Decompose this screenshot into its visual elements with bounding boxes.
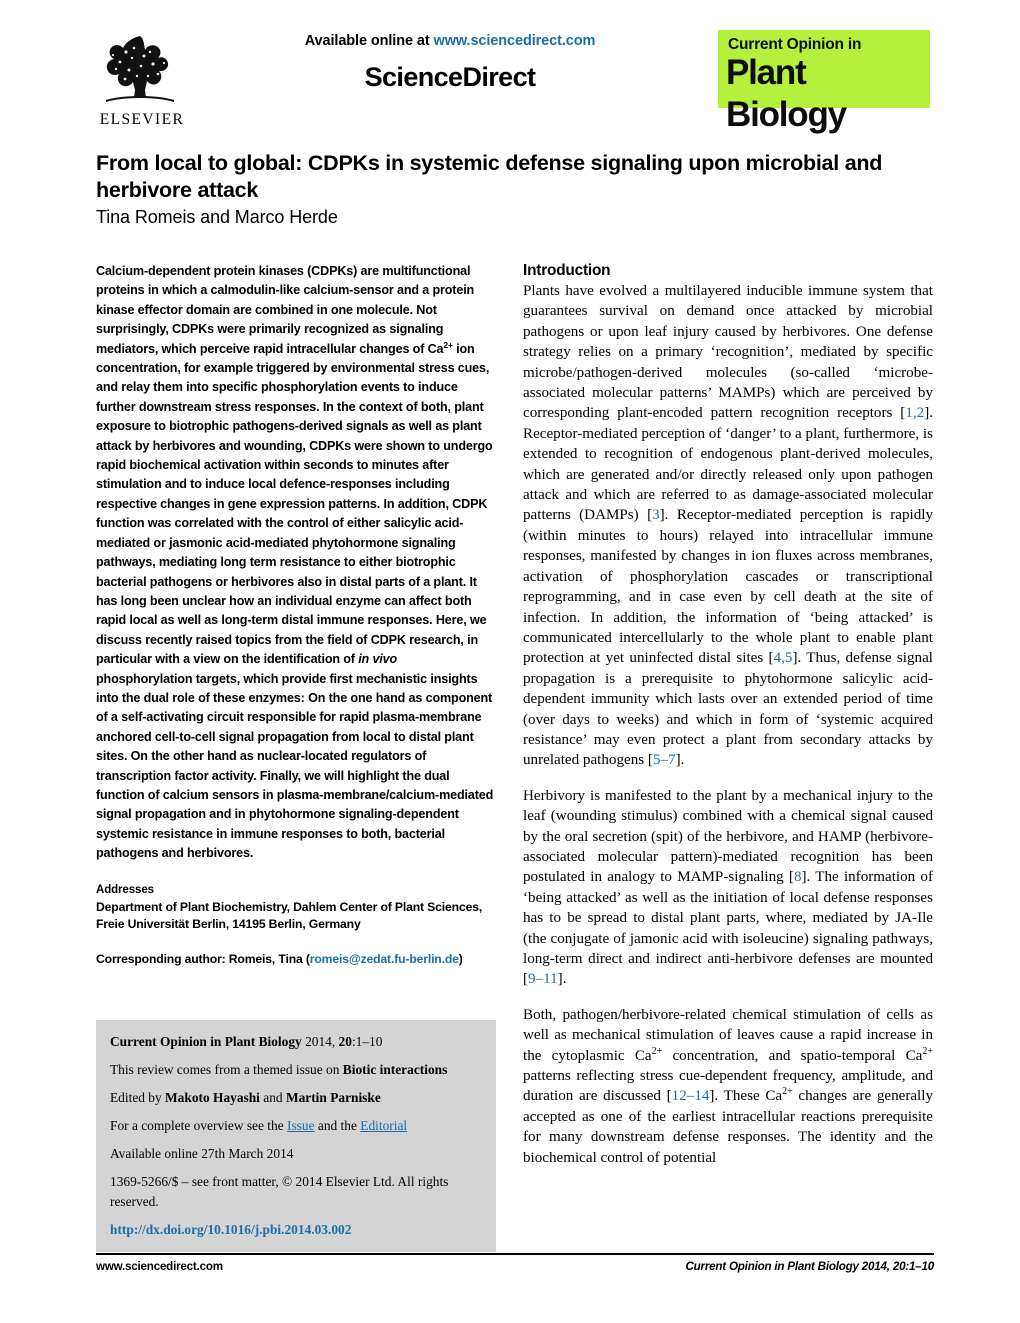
- intro-paragraph-2: Herbivory is manifested to the plant by …: [523, 786, 933, 990]
- doi-link[interactable]: http://dx.doi.org/10.1016/j.pbi.2014.03.…: [110, 1222, 482, 1238]
- footer-website-link[interactable]: www.sciencedirect.com: [96, 1260, 223, 1273]
- issue-link[interactable]: Issue: [287, 1118, 315, 1133]
- right-column: Introduction Plants have evolved a multi…: [523, 262, 933, 1168]
- p1-text-d: ]. Thus, defense signal propagation is a…: [523, 650, 933, 769]
- info-overview-conjunction: and the: [314, 1118, 361, 1133]
- info-citation: Current Opinion in Plant Biology 2014, 2…: [110, 1032, 482, 1052]
- available-online-line: Available online at www.sciencedirect.co…: [240, 33, 660, 49]
- citation-ref-4-5[interactable]: 4,5: [774, 650, 793, 666]
- abstract-part-1: Calcium-dependent protein kinases (CDPKs…: [96, 264, 475, 356]
- info-citation-pages: :1–10: [351, 1034, 383, 1049]
- title-block: From local to global: CDPKs in systemic …: [96, 150, 934, 229]
- p3-superscript-1: 2+: [651, 1045, 663, 1057]
- section-heading-introduction: Introduction: [523, 262, 611, 279]
- p3-superscript-3: 2+: [782, 1086, 793, 1098]
- citation-ref-1-2[interactable]: 1,2: [905, 405, 924, 421]
- journal-logo: Current Opinion in Plant Biology: [718, 30, 930, 134]
- elsevier-logo: ELSEVIER: [96, 28, 188, 132]
- info-edited-conjunction: and: [259, 1090, 286, 1105]
- editorial-link[interactable]: Editorial: [360, 1118, 407, 1133]
- addresses-heading: Addresses: [96, 883, 154, 896]
- citation-ref-12-14[interactable]: 12–14: [672, 1088, 710, 1104]
- intro-paragraph-3: Both, pathogen/herbivore-related chemica…: [523, 1005, 933, 1168]
- info-front-matter: 1369-5266/$ – see front matter, © 2014 E…: [110, 1174, 449, 1209]
- info-available-online: Available online 27th March 2014: [110, 1146, 294, 1161]
- available-online-prefix: Available online at: [304, 33, 434, 49]
- abstract-part-2: ion concentration, for example triggered…: [96, 341, 493, 667]
- corresponding-author-email-link[interactable]: romeis@zedat.fu-berlin.de: [310, 952, 459, 966]
- sciencedirect-wordmark: ScienceDirect: [364, 62, 536, 92]
- info-themed-prefix: This review comes from a themed issue on: [110, 1062, 343, 1077]
- info-overview: For a complete overview see the Issue an…: [110, 1116, 482, 1136]
- footer-journal-citation: Current Opinion in Plant Biology 2014, 2…: [685, 1260, 934, 1273]
- addresses-body: Department of Plant Biochemistry, Dahlem…: [96, 899, 483, 931]
- p3-text-b: concentration, and spatio-temporal Ca: [662, 1047, 923, 1064]
- corresponding-author-prefix: Corresponding author: Romeis, Tina (: [96, 951, 310, 966]
- p1-text-e: ].: [675, 752, 685, 769]
- info-overview-prefix: For a complete overview see the: [110, 1118, 287, 1133]
- p3-superscript-2: 2+: [922, 1045, 934, 1057]
- info-editor-2: Martin Parniske: [285, 1090, 381, 1105]
- page-title: From local to global: CDPKs in systemic …: [96, 151, 883, 202]
- info-editor-1: Makoto Hayashi: [165, 1090, 260, 1105]
- intro-paragraph-1: Plants have evolved a multilayered induc…: [523, 281, 933, 771]
- p1-text-a: Plants have evolved a multilayered induc…: [523, 283, 933, 422]
- article-authors: Tina Romeis and Marco Herde: [96, 207, 338, 227]
- info-edited-prefix: Edited by: [110, 1090, 166, 1105]
- sciencedirect-url[interactable]: www.sciencedirect.com: [434, 33, 596, 49]
- article-info-box: Current Opinion in Plant Biology 2014, 2…: [96, 1020, 496, 1252]
- info-citation-year: 2014,: [301, 1034, 339, 1049]
- abstract-text: Calcium-dependent protein kinases (CDPKs…: [96, 262, 496, 864]
- journal-logo-line2: Plant Biology: [726, 53, 847, 134]
- elsevier-tree-icon: [106, 36, 174, 102]
- info-citation-journal: Current Opinion in Plant Biology: [110, 1034, 302, 1049]
- info-editors: Edited by Makoto Hayashi and Martin Parn…: [110, 1088, 482, 1108]
- elsevier-wordmark: ELSEVIER: [99, 111, 185, 128]
- citation-ref-3[interactable]: 3: [652, 507, 660, 523]
- corresponding-author-suffix: ): [458, 951, 463, 966]
- info-themed-topic: Biotic interactions: [342, 1062, 448, 1077]
- journal-article-page: ELSEVIER Available online at www.science…: [0, 0, 1020, 1323]
- citation-ref-5-7[interactable]: 5–7: [653, 752, 676, 768]
- info-citation-volume: 20: [338, 1034, 352, 1049]
- abstract-part-3: phosphorylation targets, which provide f…: [96, 671, 494, 861]
- masthead: ELSEVIER Available online at www.science…: [0, 0, 1020, 140]
- citation-ref-8[interactable]: 8: [794, 869, 802, 885]
- corresponding-author: Corresponding author: Romeis, Tina (rome…: [96, 951, 496, 968]
- p1-text-b: ]. Receptor-mediated perception of ‘dang…: [523, 405, 933, 524]
- p2-text-c: ].: [557, 971, 567, 988]
- page-footer: www.sciencedirect.com Current Opinion in…: [96, 1258, 934, 1280]
- footer-divider: [96, 1253, 934, 1255]
- left-column: Calcium-dependent protein kinases (CDPKs…: [96, 262, 496, 968]
- abstract-superscript-1: 2+: [443, 339, 453, 350]
- abstract-italic-1: in vivo: [358, 652, 398, 667]
- citation-ref-9-11[interactable]: 9–11: [528, 971, 558, 987]
- info-themed-issue: This review comes from a themed issue on…: [110, 1060, 482, 1080]
- p1-text-c: ]. Receptor-mediated perception is rapid…: [523, 507, 933, 667]
- p3-text-d: ]. These Ca: [709, 1088, 783, 1105]
- p2-text-b: ]. The information of ‘being attacked’ a…: [523, 869, 933, 988]
